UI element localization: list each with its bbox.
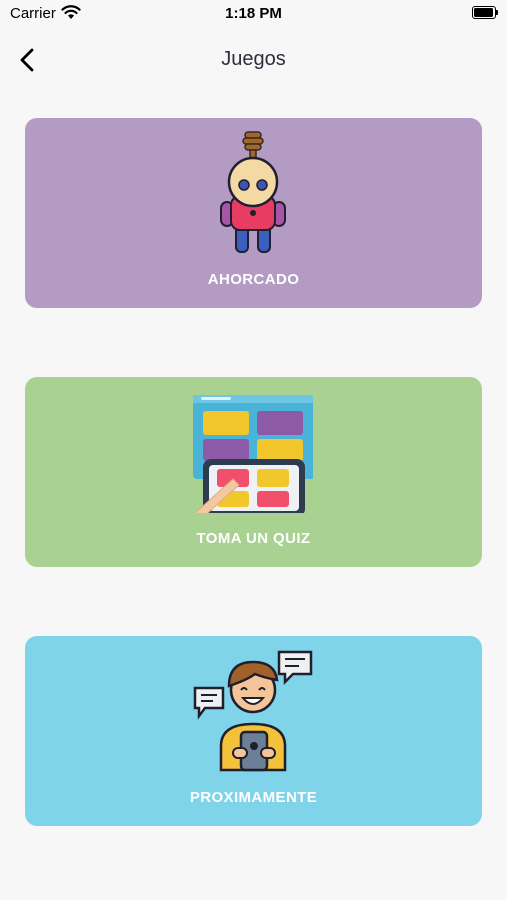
navigation-bar: Juegos <box>0 38 507 82</box>
quiz-tablet-icon <box>193 395 313 513</box>
game-card-proximamente[interactable]: PROXIMAMENTE <box>25 636 482 826</box>
hanged-doll-icon <box>220 131 286 253</box>
game-card-quiz[interactable]: TOMA UN QUIZ <box>25 377 482 567</box>
card-label: PROXIMAMENTE <box>189 789 318 806</box>
chat-person-icon <box>193 650 313 772</box>
game-card-ahorcado[interactable]: AHORCADO <box>25 118 482 308</box>
page-title: Juegos <box>221 48 286 70</box>
status-bar: Carrier 1:18 PM <box>0 0 507 28</box>
card-label: TOMA UN QUIZ <box>196 530 311 547</box>
card-label: AHORCADO <box>207 271 300 288</box>
battery-icon <box>472 6 498 19</box>
clock: 1:18 PM <box>225 5 282 22</box>
